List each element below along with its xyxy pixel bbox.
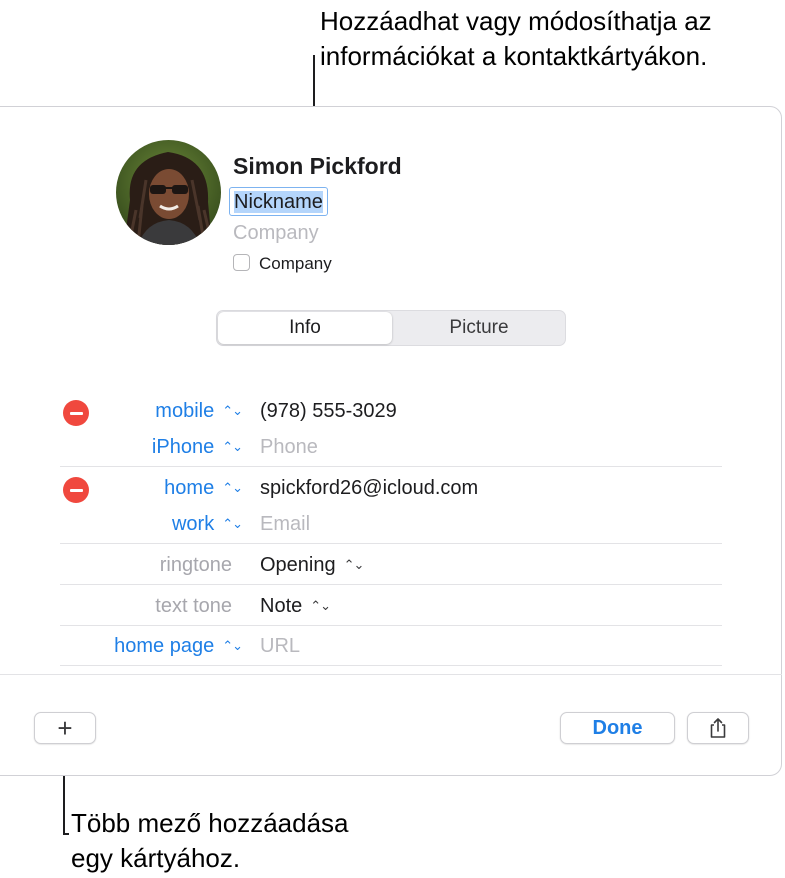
phone-label-iphone-text: iPhone: [151, 436, 215, 458]
up-down-chevron-icon: ⌃⌄: [222, 403, 243, 418]
phone-input[interactable]: Phone: [260, 436, 318, 459]
tab-info[interactable]: Info: [218, 312, 392, 344]
company-field[interactable]: Company: [233, 222, 319, 245]
up-down-chevron-icon: ⌃⌄: [343, 557, 365, 572]
url-input[interactable]: URL: [260, 635, 300, 658]
email-input[interactable]: Email: [260, 513, 310, 536]
email-value[interactable]: spickford26@icloud.com: [260, 477, 478, 500]
done-button[interactable]: Done: [560, 712, 675, 744]
remove-email-button[interactable]: [63, 477, 89, 503]
minus-icon: [69, 488, 83, 492]
phone-label-iphone[interactable]: iPhone ⌃⌄: [151, 436, 243, 459]
separator: [60, 543, 722, 544]
remove-phone-button[interactable]: [63, 400, 89, 426]
ringtone-label: ringtone: [159, 554, 232, 576]
company-checkbox[interactable]: [233, 254, 250, 271]
homepage-label[interactable]: home page ⌃⌄: [114, 635, 243, 658]
phone-value[interactable]: (978) 555-3029: [260, 400, 397, 423]
email-label-work[interactable]: work ⌃⌄: [171, 513, 243, 536]
callout-edit-info: Hozzáadhat vagy módosíthatja az informác…: [320, 4, 712, 74]
ringtone-popup[interactable]: Opening ⌃⌄: [260, 554, 365, 577]
minus-icon: [69, 411, 83, 415]
ringtone-value: Opening: [260, 554, 336, 576]
up-down-chevron-icon: ⌃⌄: [222, 638, 243, 653]
texttone-popup[interactable]: Note ⌃⌄: [260, 595, 331, 618]
phone-label-mobile-text: mobile: [155, 400, 215, 422]
email-label-home[interactable]: home ⌃⌄: [164, 477, 243, 500]
add-field-button[interactable]: +: [34, 712, 96, 744]
up-down-chevron-icon: ⌃⌄: [310, 598, 331, 613]
info-picture-segmented-control: Info Picture: [216, 310, 566, 346]
callout-add-line2: egy kártyához.: [71, 843, 241, 873]
phone-label-mobile[interactable]: mobile ⌃⌄: [155, 400, 243, 423]
share-icon: [710, 718, 726, 738]
callout-edit-line1: Hozzáadhat vagy módosíthatja az: [320, 6, 712, 36]
nickname-field[interactable]: Nickname: [229, 187, 328, 216]
separator: [60, 466, 722, 467]
email-label-work-text: work: [171, 513, 215, 535]
up-down-chevron-icon: ⌃⌄: [222, 439, 243, 454]
company-checkbox-label: Company: [259, 254, 332, 273]
email-label-home-text: home: [164, 477, 215, 499]
up-down-chevron-icon: ⌃⌄: [222, 480, 243, 495]
homepage-label-text: home page: [114, 635, 215, 657]
separator: [60, 625, 722, 626]
callout-edit-line2: információkat a kontaktkártyákon.: [320, 41, 708, 71]
share-button[interactable]: [687, 712, 749, 744]
callout-add-line1: Több mező hozzáadása: [71, 808, 349, 838]
callout-add-pointer-end: [63, 833, 69, 835]
contact-avatar[interactable]: [116, 140, 221, 245]
avatar-photo: [116, 140, 221, 245]
texttone-label: text tone: [155, 595, 232, 617]
texttone-value: Note: [260, 595, 303, 617]
tab-picture[interactable]: Picture: [393, 312, 565, 344]
callout-add-field: Több mező hozzáadása egy kártyához.: [71, 806, 349, 876]
footer-divider: [0, 674, 782, 675]
separator: [60, 584, 722, 585]
nickname-selected-text: Nickname: [234, 190, 323, 213]
up-down-chevron-icon: ⌃⌄: [222, 516, 243, 531]
contact-name[interactable]: Simon Pickford: [233, 153, 402, 180]
separator: [60, 665, 722, 666]
